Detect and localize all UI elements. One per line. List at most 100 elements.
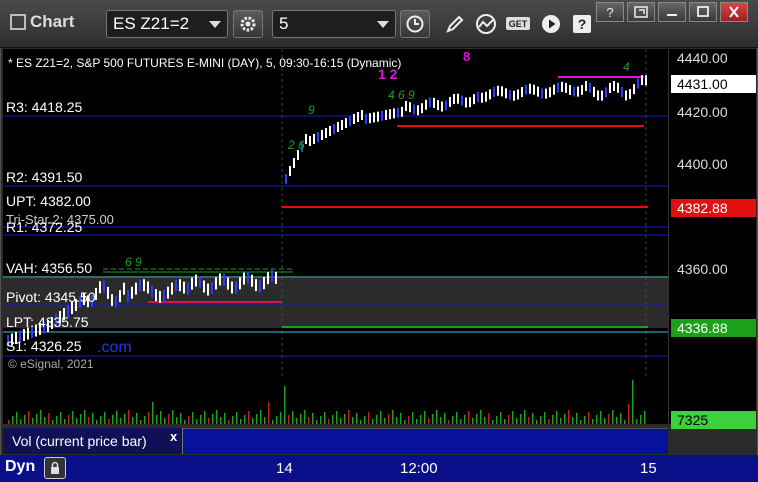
level-label-lpt: LPT: 4335.75: [6, 314, 89, 330]
volume-bar: [264, 417, 266, 424]
price-tick: 4400.00: [677, 156, 728, 172]
volume-bar: [244, 415, 246, 424]
volume-bar: [128, 410, 130, 424]
volume-bar: [200, 415, 202, 424]
volume-bar: [456, 412, 458, 424]
volume-bar: [104, 412, 106, 424]
volume-bar: [172, 410, 174, 424]
minimize-window-button[interactable]: [658, 2, 686, 22]
volume-bar: [360, 420, 362, 424]
study-label[interactable]: Vol (current price bar): [3, 428, 183, 454]
volume-bar: [592, 419, 594, 424]
volume-bar: [92, 413, 94, 424]
volume-bar: [184, 420, 186, 424]
volume-bar: [324, 412, 326, 424]
close-window-button[interactable]: [720, 2, 748, 22]
volume-bar: [56, 416, 58, 424]
value-area-shading: [3, 276, 668, 328]
volume-pane[interactable]: [3, 376, 668, 424]
level-label-r3: R3: 4418.25: [6, 99, 83, 115]
indicator-icon: [476, 14, 496, 34]
volume-bar: [64, 419, 66, 424]
volume-bar: [108, 419, 110, 424]
volume-bar: [236, 412, 238, 424]
volume-bar: [156, 415, 158, 424]
get-icon: GET: [506, 17, 530, 30]
lock-button[interactable]: [44, 457, 66, 479]
time-template-button[interactable]: [400, 10, 430, 38]
count-label: 9: [308, 103, 315, 117]
maximize-window-button[interactable]: [689, 2, 717, 22]
volume-bar: [252, 418, 254, 424]
help-window-button[interactable]: ?: [596, 2, 624, 22]
volume-bar: [416, 419, 418, 424]
volume-bar: [536, 420, 538, 424]
volume-bar: [208, 418, 210, 424]
price-chart-plot[interactable]: 1 2 8 4 6 9 9 2 6 6 9 4: [3, 49, 668, 424]
symbol-combobox[interactable]: ES Z21=2: [106, 10, 228, 38]
volume-bar: [560, 418, 562, 424]
volume-bar: [432, 414, 434, 424]
volume-bar: [340, 418, 342, 424]
volume-bar: [584, 416, 586, 424]
insert-study-button[interactable]: [473, 12, 499, 36]
interval-combobox[interactable]: 5: [272, 10, 396, 38]
level-label-vah: VAH: 4356.50: [6, 260, 93, 276]
level-label-r1: R1: 4372.25: [6, 219, 83, 235]
volume-bar: [372, 419, 374, 424]
volume-bar: [452, 416, 454, 424]
get-data-button[interactable]: GET: [505, 12, 531, 36]
volume-bar: [500, 412, 502, 424]
volume-bar: [504, 419, 506, 424]
minimize-icon: [667, 14, 677, 16]
volume-bar: [296, 418, 298, 424]
dynamic-label[interactable]: Dyn: [5, 458, 35, 476]
interval-value: 5: [279, 14, 289, 33]
volume-bar: [532, 413, 534, 424]
volume-bar: [620, 413, 622, 424]
lock-icon: [51, 461, 59, 474]
volume-bar: [140, 420, 142, 424]
volume-bar: [516, 418, 518, 424]
volume-bar: [24, 415, 26, 424]
volume-svg: [8, 380, 646, 424]
help-button[interactable]: ?: [569, 12, 595, 36]
volume-bar: [312, 413, 314, 424]
replay-button[interactable]: [538, 12, 564, 36]
chevron-down-icon: [377, 21, 389, 28]
volume-bar: [440, 417, 442, 424]
volume-bar: [212, 414, 214, 424]
symbol-settings-button[interactable]: [233, 10, 263, 38]
volume-bar: [376, 415, 378, 424]
help-icon: ?: [573, 15, 591, 33]
restore-window-button[interactable]: [627, 2, 655, 22]
volume-bar: [612, 410, 614, 424]
draw-tool-button[interactable]: [442, 12, 468, 36]
volume-bar: [636, 419, 638, 424]
volume-bar: [260, 410, 262, 424]
volume-bar: [132, 417, 134, 424]
volume-bar: [224, 413, 226, 424]
volume-bar: [352, 417, 354, 424]
volume-bar: [144, 416, 146, 424]
volume-bar: [568, 410, 570, 424]
price-tick: 4420.00: [677, 104, 728, 120]
level-label-r2: R2: 4391.50: [6, 169, 83, 185]
volume-bar: [464, 415, 466, 424]
price-tick: 4440.00: [677, 50, 728, 66]
symbol-value: ES Z21=2: [113, 14, 190, 33]
volume-bar: [628, 404, 630, 424]
app-title-text: Chart: [30, 12, 75, 31]
volume-bar: [232, 416, 234, 424]
volume-bar: [572, 417, 574, 424]
last-price-tag: 4431.00: [671, 75, 756, 93]
study-close-button[interactable]: x: [170, 429, 177, 444]
volume-bar: [292, 411, 294, 424]
level-label-pivot: Pivot: 4345.50: [6, 289, 96, 305]
volume-bar: [192, 412, 194, 424]
volume-bar: [20, 419, 22, 424]
volume-bar: [608, 414, 610, 424]
close-icon: [729, 6, 739, 18]
volume-bar: [160, 411, 162, 424]
volume-bar: [100, 416, 102, 424]
